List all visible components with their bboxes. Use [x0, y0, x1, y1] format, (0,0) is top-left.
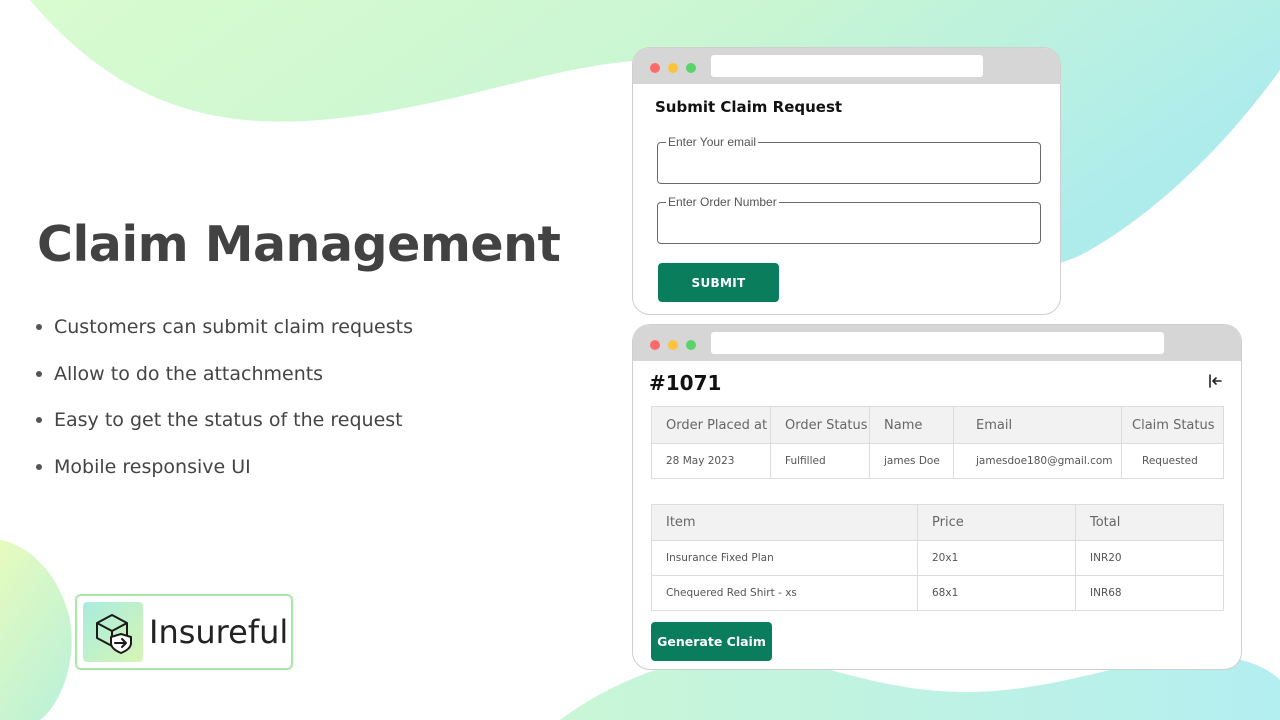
table-header-row: Item Price Total — [651, 504, 1224, 541]
feature-text: Customers can submit claim requests — [54, 316, 413, 338]
hero-title: Claim Management — [37, 216, 561, 273]
column-header: Order Status — [770, 406, 870, 444]
item-total-cell: INR20 — [1075, 540, 1224, 576]
bullet-icon — [36, 463, 42, 470]
address-bar[interactable] — [711, 55, 983, 77]
order-id-heading: #1071 — [649, 371, 722, 395]
box-shield-icon — [96, 614, 132, 654]
order-status-cell: Fulfilled — [770, 443, 870, 479]
feature-text: Easy to get the status of the request — [54, 409, 403, 431]
close-dot-icon[interactable] — [650, 340, 660, 350]
email-input[interactable] — [658, 143, 1040, 183]
feature-item: Customers can submit claim requests — [36, 313, 413, 360]
feature-item: Mobile responsive UI — [36, 453, 413, 500]
submit-button[interactable]: SUBMIT — [658, 263, 779, 302]
table-row: Chequered Red Shirt - xs 68x1 INR68 — [651, 575, 1224, 611]
claim-form-window: Submit Claim Request Enter Your email En… — [632, 47, 1061, 315]
brand-badge: Insureful — [75, 594, 293, 670]
order-date-cell: 28 May 2023 — [651, 443, 771, 479]
customer-name-cell: james Doe — [869, 443, 954, 479]
table-row: Insurance Fixed Plan 20x1 INR20 — [651, 540, 1224, 576]
feature-item: Allow to do the attachments — [36, 360, 413, 407]
item-price-cell: 68x1 — [917, 575, 1076, 611]
brand-name: Insureful — [149, 613, 289, 651]
close-dot-icon[interactable] — [650, 63, 660, 73]
order-summary-table: Order Placed at Order Status Name Email … — [651, 406, 1224, 479]
feature-text: Mobile responsive UI — [54, 455, 251, 478]
bottom-left-blob — [0, 540, 72, 720]
item-name-cell: Chequered Red Shirt - xs — [651, 575, 918, 611]
feature-text: Allow to do the attachments — [54, 362, 324, 385]
table-header-row: Order Placed at Order Status Name Email … — [651, 406, 1224, 444]
column-header: Order Placed at — [651, 406, 771, 444]
bullet-icon — [36, 370, 42, 377]
column-header: Total — [1075, 504, 1224, 541]
items-table: Item Price Total Insurance Fixed Plan 20… — [651, 504, 1224, 611]
item-price-cell: 20x1 — [917, 540, 1076, 576]
generate-claim-button[interactable]: Generate Claim — [651, 622, 772, 661]
table-row: 28 May 2023 Fulfilled james Doe jamesdoe… — [651, 443, 1224, 479]
maximize-dot-icon[interactable] — [686, 63, 696, 73]
brand-logo — [83, 602, 143, 662]
minimize-dot-icon[interactable] — [668, 63, 678, 73]
window-titlebar — [633, 325, 1241, 361]
item-name-cell: Insurance Fixed Plan — [651, 540, 918, 576]
bullet-icon — [36, 417, 42, 423]
form-title: Submit Claim Request — [655, 98, 843, 116]
item-total-cell: INR68 — [1075, 575, 1224, 611]
column-header: Name — [869, 406, 954, 444]
customer-email-cell: jamesdoe180@gmail.com — [953, 443, 1122, 479]
column-header: Price — [917, 504, 1076, 541]
order-number-field-label: Enter Order Number — [666, 195, 779, 209]
window-titlebar — [633, 48, 1060, 84]
claim-detail-window: #1071 Order Placed at Order Status Name … — [632, 324, 1242, 670]
maximize-dot-icon[interactable] — [686, 340, 696, 350]
column-header: Email — [953, 406, 1122, 444]
claim-status-cell: Requested — [1121, 443, 1224, 479]
bullet-icon — [36, 324, 42, 330]
address-bar[interactable] — [711, 332, 1164, 354]
logout-icon[interactable] — [1207, 373, 1223, 389]
column-header: Claim Status — [1121, 406, 1224, 444]
column-header: Item — [651, 504, 918, 541]
minimize-dot-icon[interactable] — [668, 340, 678, 350]
feature-list: Customers can submit claim requests Allo… — [36, 313, 413, 499]
email-field-label: Enter Your email — [666, 135, 759, 149]
email-field[interactable]: Enter Your email — [657, 135, 1041, 184]
order-number-input[interactable] — [658, 203, 1040, 243]
order-number-field[interactable]: Enter Order Number — [657, 195, 1041, 244]
feature-item: Easy to get the status of the request — [36, 406, 413, 453]
